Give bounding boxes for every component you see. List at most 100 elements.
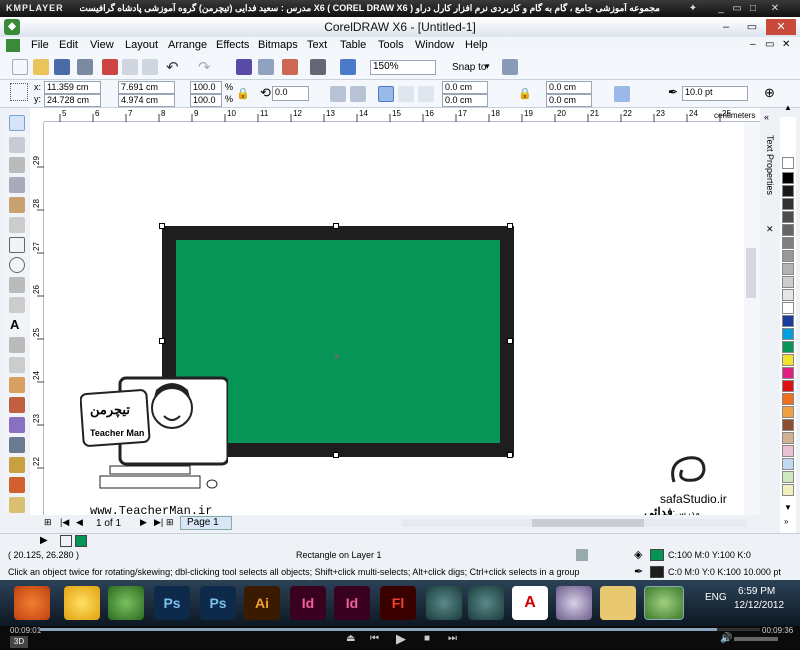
swatch-gray20[interactable]: [782, 276, 794, 288]
selection-handle[interactable]: [333, 452, 339, 458]
first-page-icon[interactable]: |◀: [60, 517, 69, 528]
selection-handle[interactable]: [159, 338, 165, 344]
swatch-light-orange[interactable]: [782, 406, 794, 418]
outline-pen-tool-icon[interactable]: [9, 457, 25, 473]
options-icon[interactable]: [502, 59, 518, 75]
selection-handle[interactable]: [507, 452, 513, 458]
docker-back-icon[interactable]: «: [764, 112, 769, 122]
zoom-level-select[interactable]: 150%: [370, 60, 436, 75]
menu-layout[interactable]: Layout: [125, 39, 158, 51]
swatch-gray80[interactable]: [782, 198, 794, 210]
blend-tool-icon[interactable]: [9, 397, 25, 413]
flash-icon[interactable]: Fl: [380, 586, 416, 620]
selection-handle[interactable]: [507, 338, 513, 344]
indesign-icon[interactable]: Id: [334, 586, 370, 620]
outline-color-swatch[interactable]: [650, 566, 664, 578]
ruler-origin[interactable]: [30, 108, 44, 122]
player-minimize-button[interactable]: _: [714, 2, 728, 15]
swatch-cyan[interactable]: [782, 328, 794, 340]
menu-edit[interactable]: Edit: [59, 39, 78, 51]
menu-view[interactable]: View: [90, 39, 114, 51]
acrobat-icon[interactable]: A: [512, 586, 548, 620]
player-close-button[interactable]: ✕: [768, 2, 782, 15]
eject-icon[interactable]: ⏏: [346, 633, 355, 644]
rectangle-tool-icon[interactable]: [9, 237, 25, 253]
prev-page-icon[interactable]: ◀: [76, 517, 83, 528]
fill-color-swatch[interactable]: [650, 549, 664, 561]
print-icon[interactable]: [77, 59, 93, 75]
swatch-light-green[interactable]: [782, 471, 794, 483]
open-icon[interactable]: [33, 59, 49, 75]
corner-radius-top-left-field[interactable]: 0.0 cm: [442, 81, 488, 94]
snap-to-label[interactable]: Snap to: [452, 62, 486, 73]
illustrator-icon[interactable]: Ai: [244, 586, 280, 620]
restore-button[interactable]: ▭: [740, 19, 764, 35]
scalloped-corner-icon[interactable]: [398, 86, 414, 102]
drawing-canvas[interactable]: × تیچرمن Teacher Man www.TeacherMan.ir s…: [44, 122, 744, 529]
import-icon[interactable]: [258, 59, 274, 75]
palette-down-arrow[interactable]: ▼: [784, 503, 792, 512]
palette-up-arrow[interactable]: ▲: [784, 103, 792, 112]
swatch-orange[interactable]: [782, 393, 794, 405]
polygon-tool-icon[interactable]: [9, 277, 25, 293]
text-tool-icon[interactable]: A: [10, 317, 19, 332]
menu-bitmaps[interactable]: Bitmaps: [258, 39, 298, 51]
swatch-none[interactable]: [782, 157, 794, 169]
selection-handle[interactable]: [333, 223, 339, 229]
crop-tool-icon[interactable]: [9, 157, 25, 173]
play-icon[interactable]: ▶: [396, 631, 406, 647]
menu-table[interactable]: Table: [340, 39, 366, 51]
kmplayer-star-icon[interactable]: [64, 586, 100, 620]
doc-close-button[interactable]: ✕: [782, 39, 790, 50]
3d-badge[interactable]: 3D: [10, 636, 28, 648]
next-page-icon[interactable]: ▶: [140, 517, 147, 528]
selection-handle[interactable]: [507, 223, 513, 229]
stop-icon[interactable]: ■: [424, 633, 430, 644]
minimize-button[interactable]: –: [714, 19, 738, 35]
interactive-fill-icon[interactable]: [9, 497, 25, 513]
swatch-light-yellow[interactable]: [782, 484, 794, 496]
volume-icon[interactable]: 🔊: [720, 633, 732, 644]
lock-corners-icon[interactable]: 🔒: [518, 87, 532, 100]
swatch-yellow[interactable]: [782, 354, 794, 366]
page-tab[interactable]: Page 1: [180, 516, 232, 530]
volume-slider[interactable]: [734, 637, 778, 641]
relative-corner-scaling-icon[interactable]: [614, 86, 630, 102]
selection-handle[interactable]: [159, 223, 165, 229]
freehand-tool-icon[interactable]: [9, 197, 25, 213]
photoshop-icon[interactable]: Ps: [154, 586, 190, 620]
copy-icon[interactable]: [122, 59, 138, 75]
current-fill-swatch[interactable]: [75, 535, 87, 547]
save-icon[interactable]: [54, 59, 70, 75]
lock-ratio-icon[interactable]: 🔒: [236, 87, 250, 100]
next-icon[interactable]: ⏭: [448, 633, 457, 644]
pick-tool-icon[interactable]: [9, 115, 25, 131]
3dsmax-icon[interactable]: [468, 586, 504, 620]
swatch-navy[interactable]: [782, 315, 794, 327]
mirror-horizontal-icon[interactable]: [330, 86, 346, 102]
quick-customize-icon[interactable]: ⊕: [764, 85, 775, 101]
no-fill-swatch[interactable]: [60, 535, 72, 547]
outline-width-select[interactable]: 10.0 pt: [682, 86, 748, 101]
scale-height-field[interactable]: 100.0: [190, 94, 222, 107]
redo-icon[interactable]: ↷: [198, 58, 211, 76]
round-corner-icon[interactable]: [378, 86, 394, 102]
swatch-red[interactable]: [782, 380, 794, 392]
paste-icon[interactable]: [142, 59, 158, 75]
corner-radius-bottom-right-field[interactable]: 0.0 cm: [546, 94, 592, 107]
swatch-black[interactable]: [782, 172, 794, 184]
player-restore-button[interactable]: ▭: [730, 2, 744, 15]
new-document-icon[interactable]: [12, 59, 28, 75]
ellipse-tool-icon[interactable]: [9, 257, 25, 273]
cut-icon[interactable]: [102, 59, 118, 75]
swatch-light-blue[interactable]: [782, 458, 794, 470]
clock-date[interactable]: 12/12/2012: [734, 600, 784, 611]
menu-text[interactable]: Text: [307, 39, 327, 51]
fill-tool-icon[interactable]: [9, 477, 25, 493]
connector-tool-icon[interactable]: [9, 377, 25, 393]
welcome-screen-icon[interactable]: [340, 59, 356, 75]
export-icon[interactable]: [282, 59, 298, 75]
docker-close-icon[interactable]: ✕: [766, 224, 774, 235]
mirror-vertical-icon[interactable]: [350, 86, 366, 102]
swatch-gray30[interactable]: [782, 263, 794, 275]
